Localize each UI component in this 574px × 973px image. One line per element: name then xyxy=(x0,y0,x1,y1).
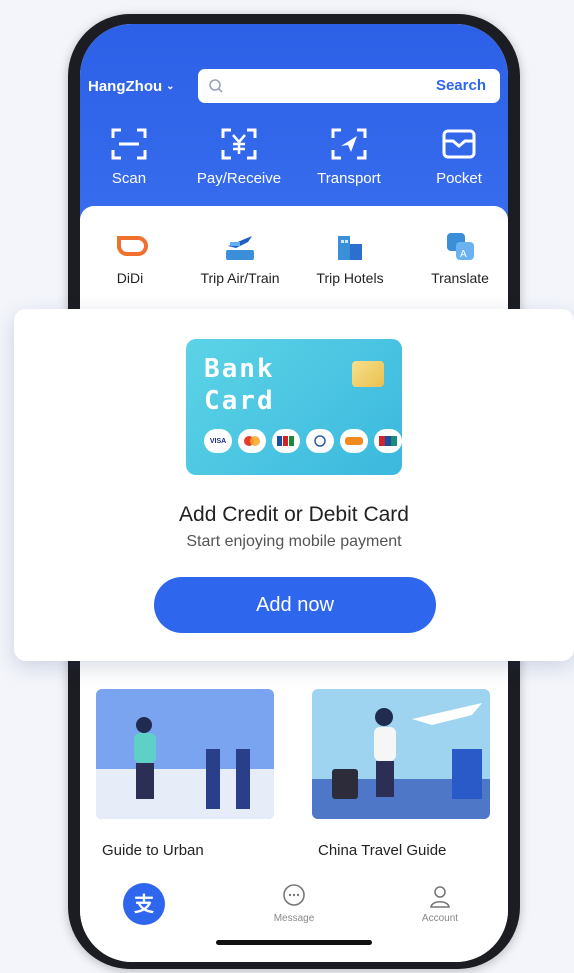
guide-card-urban[interactable]: Guide to Urban xyxy=(88,674,284,874)
service-label: Translate xyxy=(431,270,489,286)
service-label: Trip Hotels xyxy=(316,270,384,286)
service-trip-hotels[interactable]: Trip Hotels xyxy=(300,228,400,288)
services-panel: DiDi Trip Air/Train Trip Hotels A Transl… xyxy=(80,206,508,316)
unionpay-logo-icon xyxy=(374,429,402,453)
tab-account-label: Account xyxy=(421,913,459,924)
discover-logo-icon xyxy=(340,429,368,453)
service-didi[interactable]: DiDi xyxy=(80,228,180,288)
transport-icon xyxy=(331,128,367,160)
svg-text:支: 支 xyxy=(134,892,155,916)
urban-illustration xyxy=(96,689,274,819)
didi-icon xyxy=(116,236,148,256)
bank-card-illustration: Bank Card VISA xyxy=(186,339,402,475)
service-translate[interactable]: A Translate xyxy=(410,228,508,288)
search-bar[interactable]: Search xyxy=(198,69,500,103)
chip-icon xyxy=(352,361,384,387)
travel-illustration xyxy=(312,689,490,819)
tab-account[interactable]: Account xyxy=(390,882,490,924)
bank-card-line2: Card xyxy=(204,386,275,416)
pay-receive-label: Pay/Receive xyxy=(196,170,282,187)
wallet-icon xyxy=(442,129,476,159)
popup-subtitle: Start enjoying mobile payment xyxy=(186,533,402,550)
visa-logo-icon: VISA xyxy=(204,429,232,453)
user-icon xyxy=(430,886,450,908)
svg-text:A: A xyxy=(460,249,467,260)
pocket-button[interactable]: Pocket xyxy=(404,124,508,188)
message-icon xyxy=(283,884,305,906)
chevron-down-icon: ⌄ xyxy=(166,81,175,92)
plane-icon xyxy=(226,236,254,260)
alipay-icon: 支 xyxy=(123,883,165,925)
add-now-button[interactable]: Add now xyxy=(154,577,436,633)
guides-section: Guide to Urban China Travel Guide xyxy=(80,664,508,874)
service-label: Trip Air/Train xyxy=(200,270,280,286)
tab-message[interactable]: Message xyxy=(244,882,344,924)
pay-receive-button[interactable]: Pay/Receive xyxy=(184,124,294,188)
add-card-popup: Bank Card VISA Add Credit or Debit Card … xyxy=(14,309,574,661)
scan-label: Scan xyxy=(111,170,147,187)
bank-card-line1: Bank xyxy=(204,354,275,384)
translate-icon: A xyxy=(447,233,474,260)
guide-card-travel[interactable]: China Travel Guide xyxy=(304,674,500,874)
tab-home[interactable]: 支 xyxy=(94,882,194,929)
tab-message-label: Message xyxy=(273,913,315,924)
diners-logo-icon xyxy=(306,429,334,453)
mastercard-logo-icon xyxy=(238,429,266,453)
home-indicator xyxy=(216,940,372,945)
yuan-icon xyxy=(221,128,257,160)
search-icon xyxy=(209,79,223,93)
hotel-icon xyxy=(338,236,362,260)
bottom-tab-bar: 支 Message Account xyxy=(80,872,508,962)
quick-actions: Scan Pay/Receive Transport Pocket xyxy=(80,124,508,204)
service-trip-air-train[interactable]: Trip Air/Train xyxy=(190,228,290,288)
guide-label: Guide to Urban xyxy=(102,842,204,859)
service-label: DiDi xyxy=(116,270,144,286)
city-selector[interactable]: HangZhou ⌄ xyxy=(88,78,175,95)
scan-button[interactable]: Scan xyxy=(80,124,184,188)
guide-label: China Travel Guide xyxy=(318,842,447,859)
bank-card-text: Bank Card xyxy=(204,353,275,417)
jcb-logo-icon xyxy=(272,429,300,453)
pocket-label: Pocket xyxy=(436,170,482,187)
card-network-logos: VISA xyxy=(204,429,402,453)
scan-icon xyxy=(111,128,147,160)
transport-label: Transport xyxy=(317,170,381,187)
city-label: HangZhou xyxy=(88,78,163,95)
search-button[interactable]: Search xyxy=(436,77,486,94)
popup-title: Add Credit or Debit Card xyxy=(179,503,409,526)
transport-button[interactable]: Transport xyxy=(294,124,404,188)
